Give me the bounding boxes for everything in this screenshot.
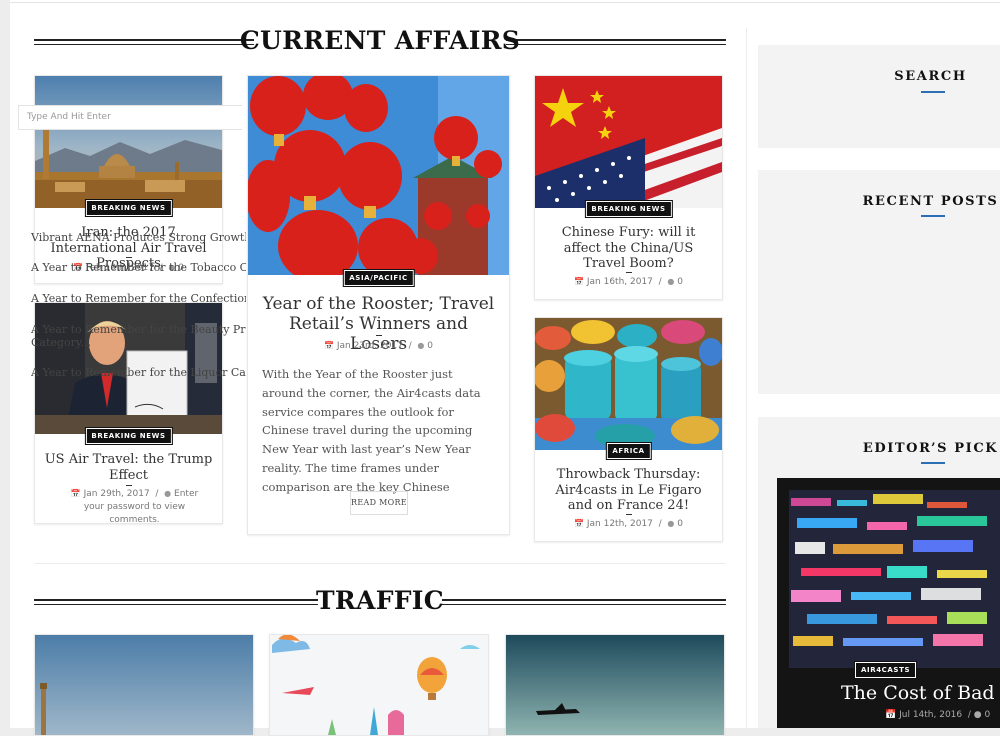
post-card-rooster[interactable]: ASIA/PACIFIC Year of the Rooster; Travel… — [247, 75, 510, 535]
recent-post-link-continued[interactable]: Category... — [31, 336, 246, 349]
post-meta: 📅 Jan 29th, 2017 / ● Enter your password… — [70, 489, 199, 524]
search-input[interactable]: Type And Hit Enter — [18, 105, 242, 130]
section-title[interactable]: TRAFFIC — [34, 584, 726, 618]
recent-posts-widget: RECENT POSTS — [758, 170, 1000, 394]
post-date: Jan 16th, 2017 — [586, 277, 653, 287]
section-header-traffic: TRAFFIC — [34, 584, 726, 618]
category-badge[interactable]: ASIA/PACIFIC — [342, 269, 415, 287]
section-separator — [34, 563, 726, 564]
section-title[interactable]: CURRENT AFFAIRS — [34, 24, 726, 58]
post-date: Jan 23rd, 2017 — [336, 341, 403, 351]
category-badge[interactable]: AIR4CASTS — [853, 661, 918, 679]
post-meta: 📅 Jul 14th, 2016 / ● 0 — [885, 710, 991, 720]
title-divider — [375, 335, 382, 336]
section-header-current-affairs: CURRENT AFFAIRS — [34, 24, 726, 58]
title-divider — [625, 514, 632, 515]
post-card-chinese-fury[interactable]: BREAKING NEWS Chinese Fury: will it affe… — [534, 75, 723, 300]
editors-pick-post[interactable]: AIR4CASTS The Cost of Bad D 📅 Jul 14th, … — [777, 478, 1000, 728]
category-badge[interactable]: BREAKING NEWS — [84, 199, 173, 217]
post-image[interactable] — [535, 318, 722, 450]
calendar-icon: 📅 — [324, 341, 334, 350]
comments-icon: ● — [667, 519, 675, 528]
widget-title: EDITOR’S PICK — [862, 441, 999, 456]
recent-post-link[interactable]: Vibrant AENA Produces Strong Growth — [31, 231, 246, 244]
calendar-icon: 📅 — [574, 519, 584, 528]
widget-title: RECENT POSTS — [862, 194, 999, 209]
post-image[interactable] — [506, 635, 724, 735]
recent-post-link[interactable]: A Year to Remember for the Beauty Pro — [31, 323, 246, 336]
post-title[interactable]: US Air Travel: the Trump Effect — [43, 452, 214, 483]
comments-icon: ● — [164, 489, 172, 498]
traffic-card-2[interactable] — [269, 634, 489, 736]
sidebar-divider — [746, 28, 747, 728]
post-card-throwback[interactable]: AFRICA Throwback Thursday: Air4casts in … — [534, 317, 723, 542]
comment-count[interactable]: 0 — [677, 519, 683, 529]
widget-title-underline — [921, 91, 945, 93]
comments-icon: ● — [417, 341, 425, 350]
post-meta: 📅 Jan 16th, 2017 / ● 0 — [574, 277, 683, 287]
post-image[interactable] — [35, 635, 253, 735]
calendar-icon: 📅 — [885, 710, 897, 720]
widget-title-underline — [921, 215, 945, 217]
search-widget: SEARCH — [758, 45, 1000, 148]
title-divider — [125, 485, 132, 486]
category-badge[interactable]: BREAKING NEWS — [84, 427, 173, 445]
recent-post-link[interactable]: A Year to Remember for the Confection — [31, 292, 246, 305]
comments-icon: ● — [667, 277, 675, 286]
post-title[interactable]: Chinese Fury: will it affect the China/U… — [543, 225, 714, 272]
comments-icon: ● — [973, 710, 982, 720]
post-title[interactable]: The Cost of Bad D — [841, 682, 1000, 704]
widget-title-underline — [921, 462, 945, 464]
post-date: Jul 14th, 2016 — [899, 710, 963, 720]
category-badge[interactable]: BREAKING NEWS — [584, 200, 673, 218]
traffic-card-3[interactable] — [505, 634, 725, 736]
post-meta: 📅 Jan 23rd, 2017 / ● 0 — [324, 341, 433, 351]
category-badge[interactable]: AFRICA — [605, 442, 652, 460]
recent-post-link[interactable]: A Year to Remember for the Liquor Cat — [31, 366, 246, 379]
post-date: Jan 12th, 2017 — [586, 519, 653, 529]
comment-count[interactable]: 0 — [677, 277, 683, 287]
traffic-card-1[interactable] — [34, 634, 254, 736]
read-more-button[interactable]: READ MORE — [350, 491, 408, 515]
comment-count[interactable]: 0 — [984, 710, 990, 720]
title-divider — [125, 257, 132, 258]
post-excerpt: With the Year of the Rooster just around… — [262, 367, 481, 494]
post-image[interactable] — [35, 76, 222, 208]
comment-count[interactable]: 0 — [427, 341, 433, 351]
post-image[interactable] — [270, 635, 488, 735]
post-image[interactable] — [248, 76, 509, 275]
post-image[interactable] — [535, 76, 722, 208]
post-meta: 📅 Jan 12th, 2017 / ● 0 — [574, 519, 683, 529]
widget-title: SEARCH — [894, 69, 967, 84]
post-image[interactable] — [777, 478, 1000, 668]
calendar-icon: 📅 — [574, 277, 584, 286]
post-title[interactable]: Throwback Thursday: Air4casts in Le Figa… — [543, 467, 714, 514]
calendar-icon: 📅 — [70, 489, 81, 498]
recent-post-link[interactable]: A Year to Remember for the Tobacco C — [31, 261, 246, 274]
title-divider — [625, 272, 632, 273]
post-date: Jan 29th, 2017 — [83, 489, 150, 499]
